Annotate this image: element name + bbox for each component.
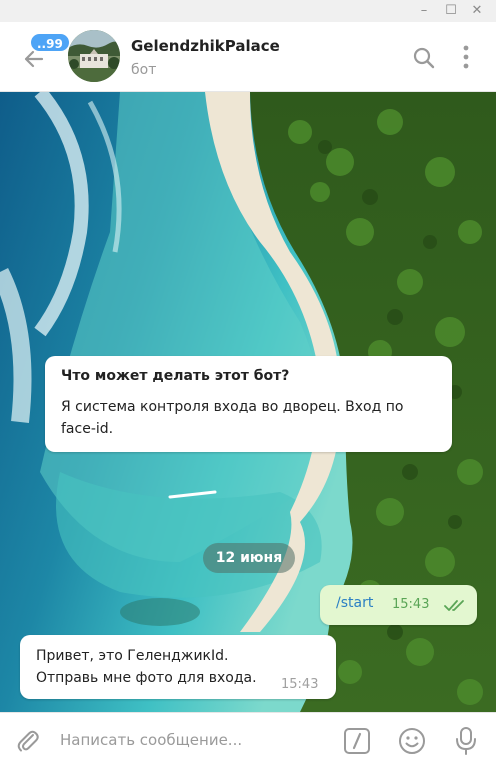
- bot-info-card: Что может делать этот бот? Я система кон…: [45, 356, 452, 452]
- incoming-message[interactable]: Привет, это ГеленджикId. Отправь мне фот…: [20, 635, 336, 699]
- search-icon: [413, 47, 435, 69]
- message-text: Привет, это ГеленджикId. Отправь мне фот…: [36, 645, 257, 689]
- paperclip-icon: [17, 730, 39, 752]
- message-input[interactable]: [60, 723, 330, 757]
- bot-info-text: Я система контроля входа во дворец. Вход…: [61, 399, 404, 437]
- emoji-button[interactable]: [397, 726, 427, 756]
- chat-header: ..99 GelendzhikPalace бот: [0, 22, 496, 92]
- minimize-button[interactable]: –: [413, 0, 435, 22]
- chat-area[interactable]: Что может делать этот бот? Я система кон…: [0, 92, 496, 712]
- message-line: Отправь мне фото для входа.: [36, 670, 257, 686]
- message-time: 15:43: [392, 597, 430, 612]
- message-line: Привет, это ГеленджикId.: [36, 648, 229, 664]
- more-button[interactable]: [456, 44, 476, 70]
- search-button[interactable]: [412, 46, 436, 70]
- message-time: 15:43: [281, 677, 319, 692]
- outgoing-message[interactable]: /start 15:43: [320, 585, 477, 625]
- unread-badge: ..99: [29, 32, 71, 53]
- voice-button[interactable]: [453, 725, 479, 757]
- slash-command-icon: [344, 728, 370, 754]
- message-composer: [0, 712, 496, 766]
- avatar[interactable]: [68, 30, 120, 82]
- close-button[interactable]: ✕: [466, 0, 488, 22]
- maximize-button[interactable]: ☐: [440, 0, 462, 22]
- attach-button[interactable]: [14, 727, 42, 755]
- more-vertical-icon: [463, 45, 469, 69]
- microphone-icon: [456, 727, 476, 755]
- chat-subtitle: бот: [131, 62, 157, 78]
- chat-title[interactable]: GelendzhikPalace: [131, 37, 280, 55]
- window-titlebar: – ☐ ✕: [0, 0, 496, 22]
- bot-info-title: Что может делать этот бот?: [61, 368, 290, 384]
- message-text[interactable]: /start: [336, 595, 373, 611]
- avatar-image: [68, 30, 120, 82]
- double-check-icon: [444, 600, 464, 611]
- date-separator: 12 июня: [203, 543, 295, 573]
- bot-commands-button[interactable]: [343, 727, 371, 755]
- emoji-icon: [399, 728, 425, 754]
